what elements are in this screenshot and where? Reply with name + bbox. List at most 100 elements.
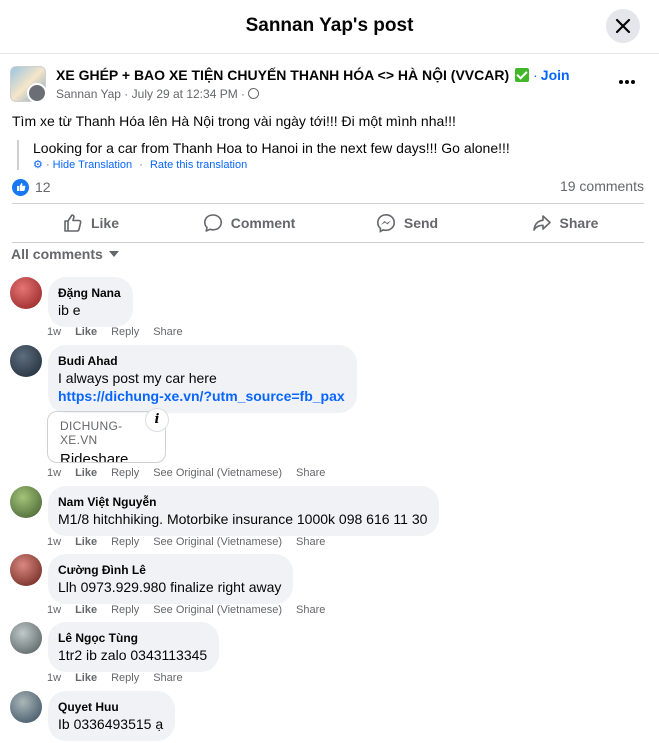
comment-like-button[interactable]: Like	[75, 326, 97, 338]
close-button[interactable]	[606, 9, 640, 43]
comment-like-button[interactable]: Like	[75, 672, 97, 684]
post-header: XE GHÉP + BAO XE TIỆN CHUYẾN THANH HÓA <…	[10, 64, 650, 104]
messenger-icon	[376, 213, 395, 233]
reaction-count: 12	[35, 179, 51, 195]
gear-icon: ⚙	[33, 159, 43, 171]
comment-share-button[interactable]: Share	[296, 536, 325, 548]
see-original-button[interactable]: See Original (Vietnamese)	[153, 604, 282, 616]
comment-actions: 1w Like Reply Share	[47, 326, 197, 338]
commenter-avatar[interactable]	[10, 345, 42, 377]
meta-separator: ·	[241, 87, 246, 101]
comment-text: 1tr2 ib zalo 0343113345	[58, 647, 208, 663]
post-action-bar: Like Comment Send Share	[12, 203, 644, 243]
comment-reply-button[interactable]: Reply	[111, 672, 139, 684]
comment-text: ib e	[58, 302, 81, 318]
commenter-avatar[interactable]	[10, 554, 42, 586]
info-icon[interactable]: i	[145, 408, 169, 432]
share-button[interactable]: Share	[486, 204, 644, 242]
post-date[interactable]: July 29 at 12:34 PM	[132, 87, 238, 101]
join-link[interactable]: Join	[541, 67, 570, 83]
comment-text: Llh 0973.929.980 finalize right away	[58, 579, 282, 595]
translation-block: Looking for a car from Thanh Hoa to Hano…	[17, 140, 510, 171]
comment-like-button[interactable]: Like	[75, 536, 97, 548]
send-button[interactable]: Send	[328, 204, 486, 242]
comment-label: Comment	[230, 215, 296, 231]
comments-filter-dropdown[interactable]: All comments	[11, 246, 119, 262]
author-name[interactable]: Sannan Yap	[56, 87, 121, 101]
more-icon	[619, 80, 635, 84]
dialog-title: Sannan Yap's post	[245, 15, 414, 36]
comment-bubble: Đặng Nana ib e	[48, 277, 133, 327]
comment-text: Ib 0336493515 ạ	[58, 716, 164, 732]
like-button[interactable]: Like	[12, 204, 170, 242]
share-label: Share	[559, 215, 599, 231]
commenter-avatar[interactable]	[10, 486, 42, 518]
globe-icon	[248, 88, 260, 99]
comment-share-button[interactable]: Share	[153, 672, 182, 684]
more-options-button[interactable]	[615, 72, 639, 96]
comment-time[interactable]: 1w	[47, 536, 61, 548]
rate-translation-link[interactable]: Rate this translation	[150, 159, 247, 171]
chevron-down-icon	[108, 251, 119, 257]
comment-reply-button[interactable]: Reply	[111, 326, 139, 338]
comment-bubble: Lê Ngọc Tùng 1tr2 ib zalo 0343113345	[48, 622, 220, 672]
share-icon	[532, 215, 551, 231]
comment-actions: 1w Like Reply See Original (Vietnamese) Shar…	[47, 536, 339, 548]
link-preview-domain: DICHUNG-XE.VN	[60, 419, 123, 447]
translation-links: ⚙ · Hide Translation · Rate this transla…	[33, 158, 510, 171]
author-avatar[interactable]	[27, 83, 47, 103]
separator-dot: ·	[45, 159, 53, 171]
scrollbar[interactable]	[653, 54, 659, 743]
meta-separator: ·	[124, 87, 132, 101]
translation-text: Looking for a car from Thanh Hoa to Hano…	[33, 140, 510, 156]
comment-reply-button[interactable]: Reply	[111, 467, 139, 479]
comment-share-button[interactable]: Share	[296, 467, 325, 479]
post-meta: Sannan Yap · July 29 at 12:34 PM ·	[56, 87, 260, 101]
comment-time[interactable]: 1w	[47, 467, 61, 479]
comment-like-button[interactable]: Like	[75, 467, 97, 479]
commenter-name[interactable]: Quyet Huu	[58, 699, 163, 715]
comments-filter-label: All comments	[11, 246, 103, 262]
comment-reply-button[interactable]: Reply	[111, 536, 139, 548]
hide-translation-link[interactable]: Hide Translation	[53, 159, 133, 171]
commenter-name[interactable]: Nam Việt Nguyễn	[58, 494, 427, 510]
comment-share-button[interactable]: Share	[153, 326, 182, 338]
commenter-name[interactable]: Cường Đình Lê	[58, 562, 281, 578]
comment-reply-button[interactable]: Reply	[111, 604, 139, 616]
comment-time[interactable]: 1w	[47, 672, 61, 684]
commenter-avatar[interactable]	[10, 277, 42, 309]
comment-actions: 1w Like Reply See Original (Vietnamese) Shar…	[47, 467, 339, 479]
verified-icon	[515, 68, 530, 82]
comment-button[interactable]: Comment	[170, 204, 328, 242]
reaction-summary[interactable]: 12	[12, 177, 51, 197]
comment-time[interactable]: 1w	[47, 604, 61, 616]
comment-time[interactable]: 1w	[47, 326, 61, 338]
comment-count[interactable]: 19 comments	[560, 178, 644, 194]
comment-bubble: Quyet Huu Ib 0336493515 ạ	[48, 691, 176, 741]
commenter-avatar[interactable]	[10, 691, 42, 723]
dialog-header: Sannan Yap's post	[0, 0, 659, 54]
close-icon	[615, 18, 631, 34]
separator-dot: ·	[533, 67, 538, 83]
commenter-avatar[interactable]	[10, 622, 42, 654]
post-text: Tìm xe từ Thanh Hóa lên Hà Nội trong vài…	[12, 113, 456, 129]
commenter-name[interactable]: Budi Ahad	[58, 353, 345, 369]
comment-actions: 1w Like Reply Share	[47, 672, 197, 684]
comment-bubble: Budi Ahad I always post my car here http…	[48, 345, 357, 413]
like-label: Like	[90, 215, 119, 231]
comment-actions: 1w Like Reply See Original (Vietnamese) Shar…	[47, 604, 339, 616]
thumbs-up-icon	[64, 214, 82, 232]
comment-like-button[interactable]: Like	[75, 604, 97, 616]
separator-dot: ·	[139, 159, 143, 171]
comment-text: M1/8 hitchhiking. Motorbike insurance 10…	[58, 511, 428, 527]
commenter-name[interactable]: Lê Ngọc Tùng	[58, 630, 207, 646]
comment-share-button[interactable]: Share	[296, 604, 325, 616]
see-original-button[interactable]: See Original (Vietnamese)	[153, 467, 282, 479]
commenter-name[interactable]: Đặng Nana	[58, 285, 121, 301]
comment-link[interactable]: https://dichung-xe.vn/?utm_source=fb_pax	[58, 387, 345, 405]
see-original-button[interactable]: See Original (Vietnamese)	[153, 536, 282, 548]
comment-bubble: Nam Việt Nguyễn M1/8 hitchhiking. Motorb…	[48, 486, 440, 536]
group-name-line: XE GHÉP + BAO XE TIỆN CHUYẾN THANH HÓA <…	[56, 67, 570, 83]
link-preview-title: Rideshare	[60, 451, 129, 463]
group-name[interactable]: XE GHÉP + BAO XE TIỆN CHUYẾN THANH HÓA <…	[56, 67, 509, 83]
